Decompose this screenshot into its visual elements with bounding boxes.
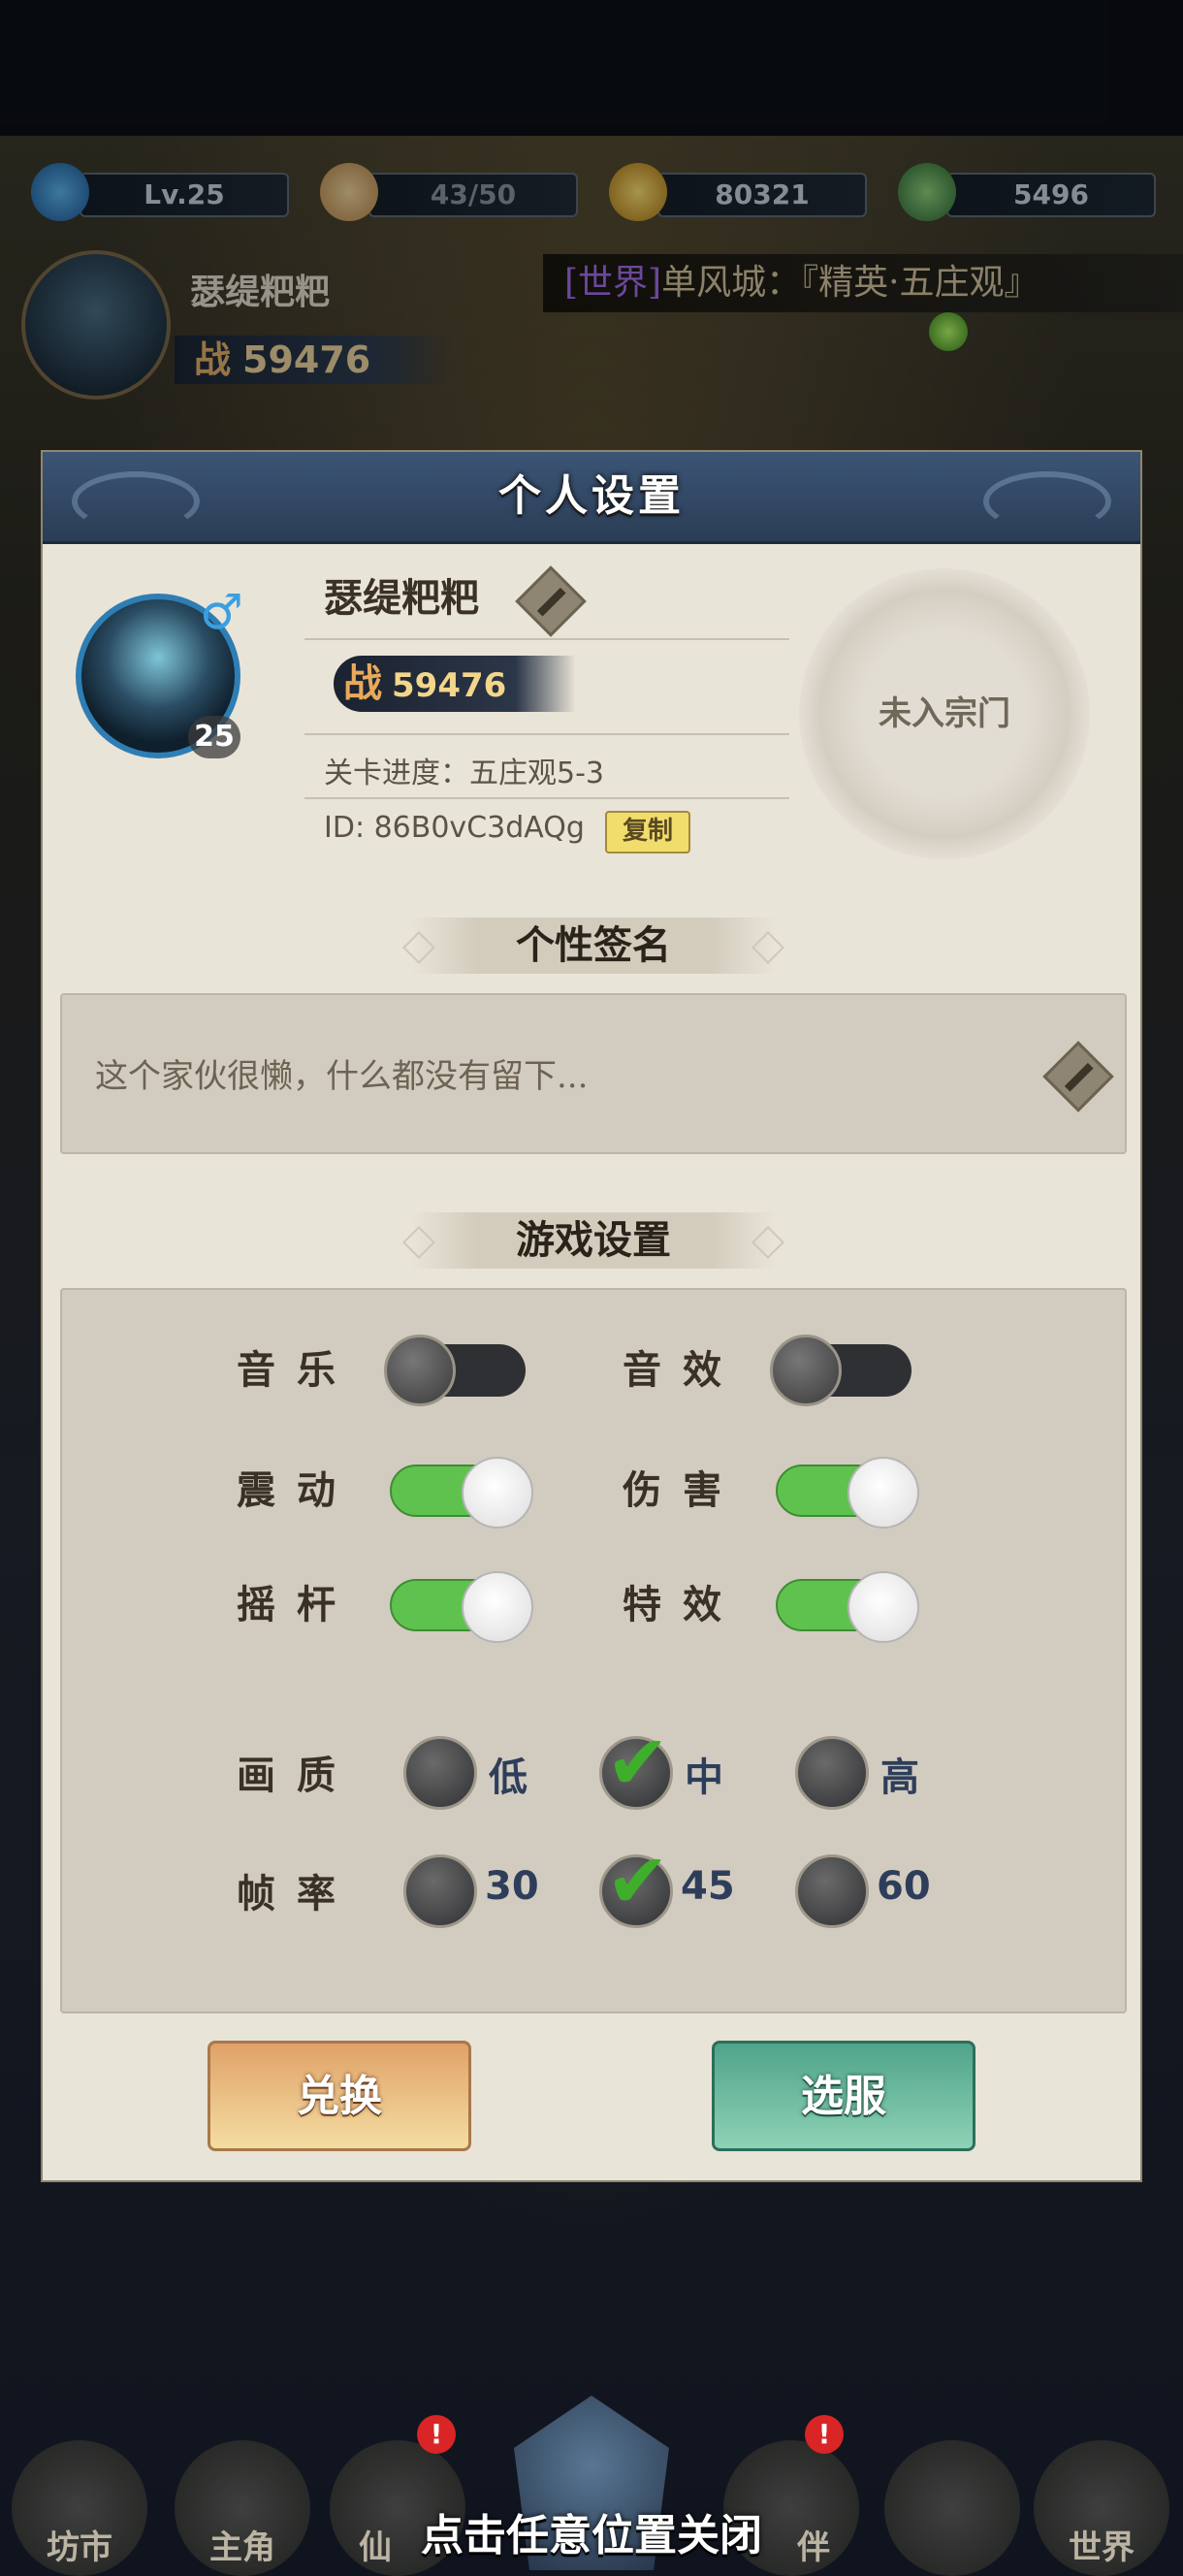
quality-low-label: 低 (489, 1755, 528, 1800)
checkmark-icon: ✔ (606, 1720, 670, 1807)
framerate-30-label: 30 (485, 1864, 539, 1909)
divider (304, 733, 789, 735)
quality-medium-label: 中 (685, 1755, 723, 1800)
select-server-button[interactable]: 选服 (712, 2041, 975, 2151)
sect-emblem[interactable]: 未入宗门 (799, 568, 1090, 859)
edit-name-icon[interactable] (515, 565, 587, 637)
profile-name: 瑟缇粑粑 (324, 575, 479, 621)
framerate-30-radio[interactable] (403, 1854, 477, 1928)
toggle-vibration[interactable] (390, 1457, 533, 1529)
notification-badge-icon: ! (805, 2415, 844, 2454)
framerate-label: 帧率 (237, 1871, 357, 1916)
framerate-60-radio[interactable] (795, 1854, 869, 1928)
toggle-effects[interactable] (776, 1571, 919, 1643)
framerate-45-label: 45 (681, 1864, 735, 1909)
divider (304, 797, 789, 799)
power-prefix: 战 (343, 660, 382, 706)
profile-power: 战 59476 (334, 656, 576, 712)
framerate-45-radio[interactable]: ✔ (599, 1844, 673, 1928)
stage-progress: 关卡进度：五庄观5-3 (324, 757, 604, 790)
redeem-button[interactable]: 兑换 (208, 2041, 471, 2151)
toggle-joystick[interactable] (390, 1571, 533, 1643)
sect-status: 未入宗门 (879, 694, 1010, 733)
edit-signature-icon[interactable] (1042, 1041, 1114, 1112)
signature-box[interactable]: 这个家伙很懒，什么都没有留下... (60, 993, 1127, 1154)
toggle-knob (462, 1571, 533, 1643)
close-hint: 点击任意位置关闭 (421, 2511, 762, 2560)
toggle-knob (384, 1335, 456, 1406)
quality-label: 画质 (237, 1753, 357, 1798)
modal-title: 个人设置 (498, 471, 685, 521)
game-settings-header: 游戏设置 (411, 1212, 776, 1269)
toggle-label-music: 音乐 (237, 1347, 357, 1393)
toggle-label-sfx: 音效 (623, 1347, 743, 1393)
modal-header: 个人设置 (43, 452, 1140, 544)
divider (304, 638, 789, 640)
checkmark-icon: ✔ (606, 1838, 670, 1925)
signature-text: 这个家伙很懒，什么都没有留下... (95, 1057, 589, 1096)
player-id: ID: 86B0vC3dAQg (324, 811, 585, 845)
quality-high-label: 高 (880, 1755, 919, 1800)
toggle-label-joystick: 摇杆 (237, 1582, 357, 1627)
toggle-label-damage: 伤害 (623, 1467, 743, 1513)
personal-settings-modal: 个人设置 ♂ 25 瑟缇粑粑 战 59476 关卡进度：五庄观5-3 ID: 86… (41, 450, 1142, 2182)
toggle-knob (770, 1335, 842, 1406)
toggle-damage[interactable] (776, 1457, 919, 1529)
quality-high-radio[interactable] (795, 1736, 869, 1810)
toggle-label-vibration: 震动 (237, 1467, 357, 1513)
quality-low-radio[interactable] (403, 1736, 477, 1810)
game-settings-panel: 音乐 音效 震动 伤害 摇杆 特效 画质 低 ✔ 中 高 帧率 30 ✔ 45 … (60, 1288, 1127, 2013)
framerate-60-label: 60 (877, 1864, 931, 1909)
toggle-sfx[interactable] (770, 1335, 911, 1406)
signature-header: 个性签名 (411, 918, 776, 974)
power-value: 59476 (392, 666, 507, 705)
male-gender-icon: ♂ (200, 584, 243, 640)
toggle-music[interactable] (384, 1335, 526, 1406)
toggle-knob (847, 1571, 919, 1643)
toggle-label-effects: 特效 (623, 1582, 743, 1627)
copy-id-button[interactable]: 复制 (605, 811, 690, 853)
profile-level-badge: 25 (188, 716, 240, 758)
toggle-knob (462, 1457, 533, 1529)
toggle-knob (847, 1457, 919, 1529)
quality-medium-radio[interactable]: ✔ (599, 1725, 673, 1810)
notification-badge-icon: ! (417, 2415, 456, 2454)
